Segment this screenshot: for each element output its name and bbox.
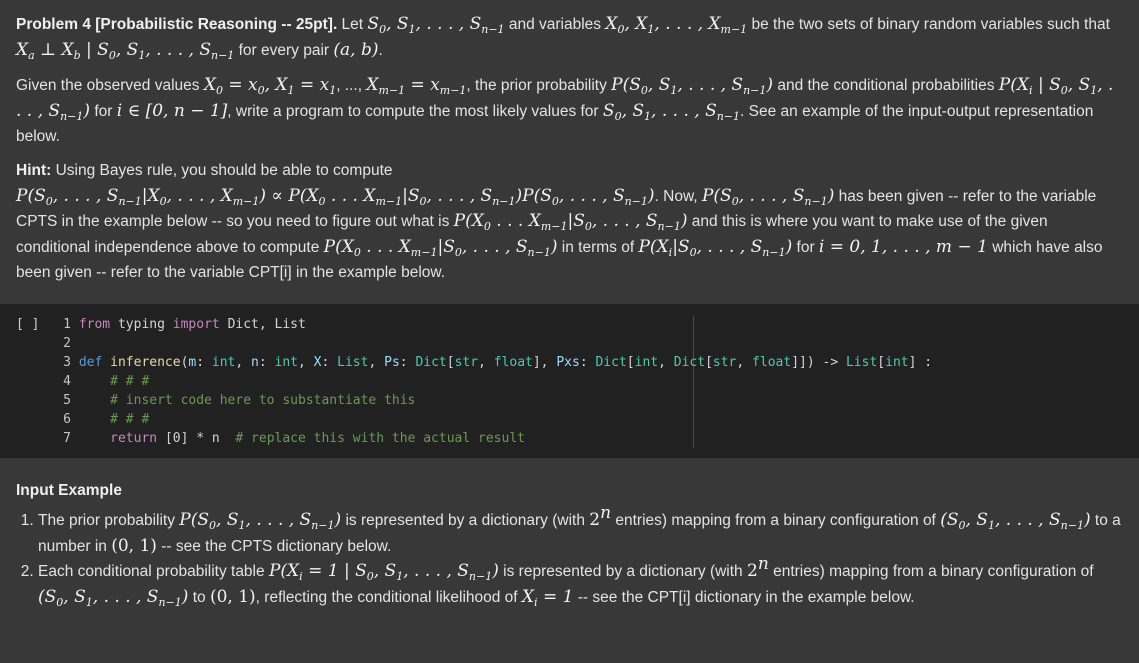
hint-label: Hint: bbox=[16, 161, 52, 179]
math: S0, S1, . . . , Sn−1 bbox=[367, 14, 505, 36]
code-line[interactable]: 7 return [0] * n # replace this with the… bbox=[59, 431, 525, 446]
code-line[interactable]: 3 def inference(m: int, n: int, X: List,… bbox=[59, 355, 932, 370]
code-divider bbox=[693, 316, 694, 448]
code-line[interactable]: 2 bbox=[59, 336, 71, 351]
input-example-list: The prior probability P(S0, S1, . . . , … bbox=[16, 505, 1126, 610]
code-cell[interactable]: [ ] 1 from typing import Dict, List 2 3 … bbox=[0, 304, 1139, 458]
list-item: The prior probability P(S0, S1, . . . , … bbox=[38, 505, 1126, 559]
problem-title: Problem 4 [Probabilistic Reasoning -- 25… bbox=[16, 16, 338, 33]
list-item: Each conditional probability table P(Xi … bbox=[38, 556, 1126, 610]
code-line[interactable]: 1 from typing import Dict, List bbox=[59, 317, 306, 332]
input-example: Input Example The prior probability P(S0… bbox=[16, 480, 1126, 610]
problem-statement: Problem 4 [Probabilistic Reasoning -- 25… bbox=[0, 0, 1139, 286]
paragraph-hint: Hint: Using Bayes rule, you should be ab… bbox=[16, 161, 1103, 282]
run-cell-button[interactable]: [ ] bbox=[16, 317, 39, 332]
code-line[interactable]: 6 # # # bbox=[59, 412, 149, 427]
code-line[interactable]: 4 # # # bbox=[59, 374, 149, 389]
input-example-heading: Input Example bbox=[16, 482, 122, 499]
paragraph-problem: Problem 4 [Probabilistic Reasoning -- 25… bbox=[16, 14, 1110, 62]
code-line[interactable]: 5 # insert code here to substantiate thi… bbox=[59, 393, 415, 408]
paragraph-given: Given the observed values X0 = x0, X1 = … bbox=[16, 75, 1114, 146]
